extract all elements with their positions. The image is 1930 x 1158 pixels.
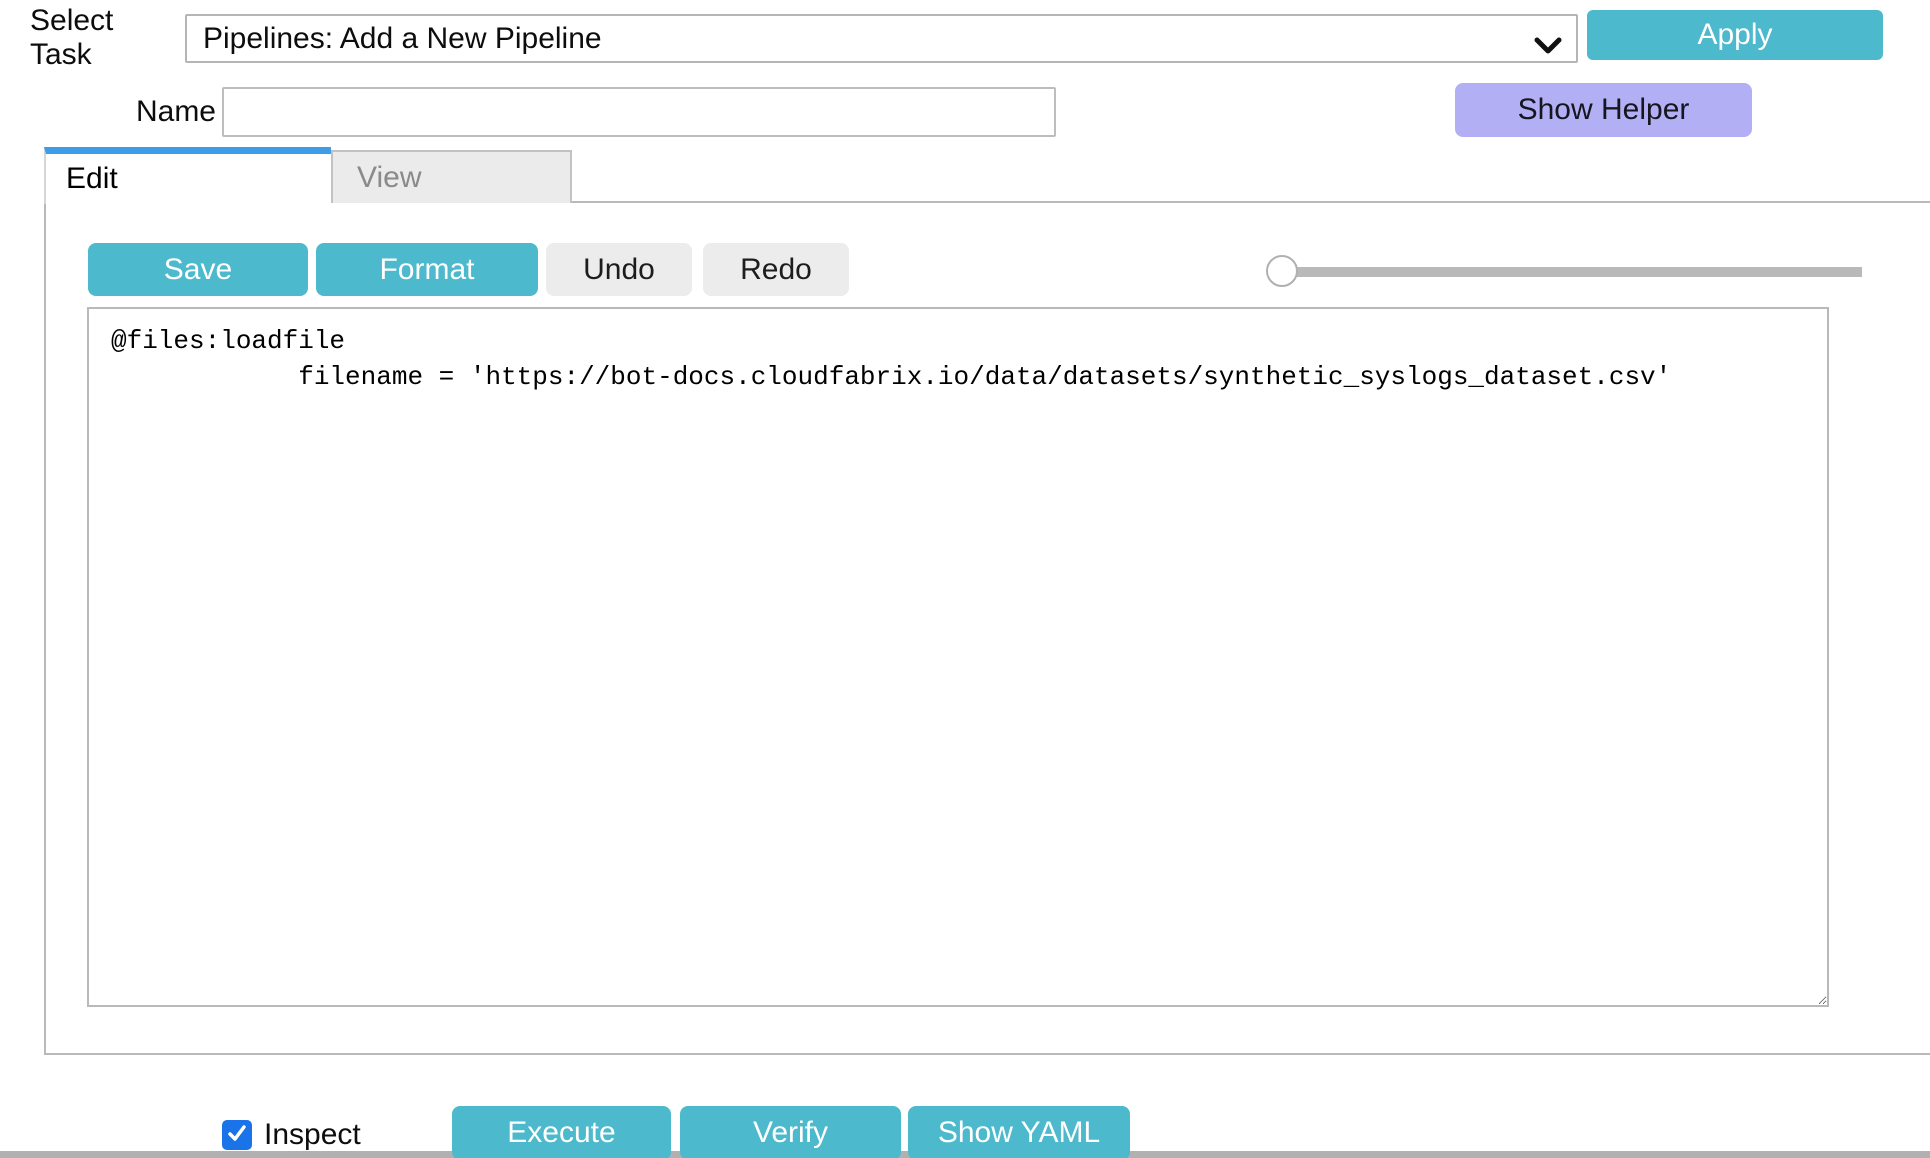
tab-edit[interactable]: Edit — [44, 147, 331, 204]
inspect-checkbox[interactable] — [222, 1120, 252, 1150]
save-button[interactable]: Save — [88, 243, 308, 296]
task-select-value: Pipelines: Add a New Pipeline — [203, 22, 602, 56]
chevron-down-icon — [1534, 30, 1562, 64]
pipeline-editor-page: Select Task Pipelines: Add a New Pipelin… — [0, 0, 1930, 1158]
show-yaml-button[interactable]: Show YAML — [908, 1106, 1130, 1158]
inspect-label: Inspect — [264, 1112, 361, 1158]
checkmark-icon — [226, 1122, 248, 1149]
execute-button[interactable]: Execute — [452, 1106, 671, 1158]
apply-button[interactable]: Apply — [1587, 10, 1883, 60]
format-button[interactable]: Format — [316, 243, 538, 296]
verify-button[interactable]: Verify — [680, 1106, 901, 1158]
show-helper-button[interactable]: Show Helper — [1455, 83, 1752, 137]
undo-button[interactable]: Undo — [546, 243, 692, 296]
name-input[interactable] — [222, 87, 1056, 137]
tab-view[interactable]: View — [331, 150, 572, 203]
redo-button[interactable]: Redo — [703, 243, 849, 296]
zoom-slider-track[interactable] — [1283, 267, 1862, 277]
pipeline-code-textarea[interactable]: @files:loadfile filename = 'https://bot-… — [87, 307, 1829, 1007]
name-label: Name — [120, 87, 216, 137]
task-select[interactable]: Pipelines: Add a New Pipeline — [185, 14, 1578, 63]
zoom-slider-thumb[interactable] — [1266, 255, 1298, 287]
select-task-label: Select Task — [30, 14, 172, 62]
